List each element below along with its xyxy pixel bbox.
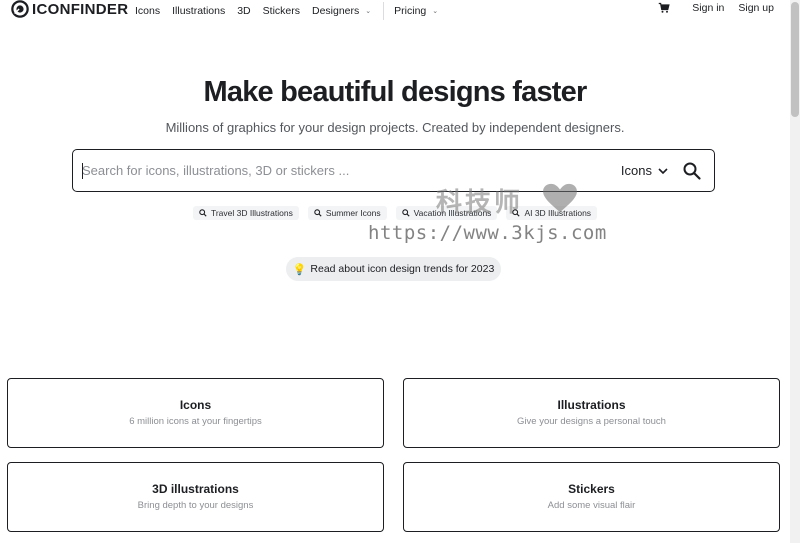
search-input[interactable] xyxy=(73,150,621,191)
nav-divider xyxy=(383,2,385,20)
search-suggestions: Travel 3D Illustrations Summer Icons Vac… xyxy=(0,206,790,220)
search-icon[interactable] xyxy=(682,161,702,181)
search-icon xyxy=(314,209,322,217)
nav-designers[interactable]: Designers ⌄ xyxy=(312,5,371,17)
chevron-down-icon: ⌄ xyxy=(365,8,372,15)
nav-illustrations[interactable]: Illustrations xyxy=(172,5,225,17)
search-bar: Icons xyxy=(72,149,715,192)
nav-designers-label: Designers xyxy=(312,5,360,17)
suggestion-label: Summer Icons xyxy=(325,208,381,218)
suggestion-label: Travel 3D Illustrations xyxy=(210,208,293,218)
logo-text: ICONFINDER xyxy=(32,0,129,18)
category-card-illustrations[interactable]: Illustrations Give your designs a person… xyxy=(403,378,780,448)
page-scrollbar[interactable] xyxy=(790,0,800,543)
nav-pricing-label: Pricing xyxy=(394,5,427,17)
suggestion-chip[interactable]: AI 3D Illustrations xyxy=(506,206,598,220)
card-title: Illustrations xyxy=(557,398,626,412)
card-title: 3D illustrations xyxy=(152,482,239,496)
hero-title-post: faster xyxy=(505,76,587,108)
hero-title-pre: Make xyxy=(203,76,281,108)
category-card-stickers[interactable]: Stickers Add some visual flair xyxy=(403,462,780,532)
nav-pricing[interactable]: Pricing ⌄ xyxy=(394,5,438,17)
nav-3d[interactable]: 3D xyxy=(237,5,250,17)
search-icon xyxy=(512,209,521,217)
suggestion-label: AI 3D Illustrations xyxy=(524,208,592,218)
hero-subtitle: Millions of graphics for your design pro… xyxy=(165,120,625,135)
suggestion-chip[interactable]: Travel 3D Illustrations xyxy=(192,206,299,220)
text-cursor xyxy=(82,163,83,179)
trend-article-link[interactable]: 💡 Read about icon design trends for 2023 xyxy=(286,257,501,281)
sign-in-link[interactable]: Sign in xyxy=(692,2,724,14)
main-nav: Icons Illustrations 3D Stickers Designer… xyxy=(135,2,450,20)
suggestion-chip[interactable]: Vacation Illustrations xyxy=(395,206,498,220)
sign-up-link[interactable]: Sign up xyxy=(738,2,774,14)
card-title: Stickers xyxy=(568,482,615,496)
chevron-down-icon xyxy=(658,167,668,174)
suggestion-chip[interactable]: Summer Icons xyxy=(307,206,387,220)
card-description: 6 million icons at your fingertips xyxy=(129,416,262,427)
watermark-url: https://www.3kjs.com xyxy=(368,222,607,244)
scrollbar-thumb[interactable] xyxy=(791,2,799,117)
card-description: Add some visual flair xyxy=(547,500,636,511)
hero-title-highlight: beautiful designs xyxy=(280,76,506,108)
search-type-dropdown[interactable]: Icons xyxy=(621,163,682,178)
suggestion-label: Vacation Illustrations xyxy=(413,208,492,218)
card-title: Icons xyxy=(179,398,212,412)
search-icon xyxy=(401,209,410,217)
top-nav: ICONFINDER Icons Illustrations 3D Sticke… xyxy=(0,0,790,20)
nav-icons[interactable]: Icons xyxy=(135,5,160,17)
logo[interactable]: ICONFINDER xyxy=(11,0,128,18)
card-description: Bring depth to your designs xyxy=(137,500,254,511)
search-type-label: Icons xyxy=(620,163,652,178)
card-description: Give your designs a personal touch xyxy=(517,416,666,427)
trend-article-label: Read about icon design trends for 2023 xyxy=(310,263,495,275)
cart-icon[interactable] xyxy=(658,2,670,14)
hero-title: Make beautiful designs faster xyxy=(0,76,790,109)
account-nav: Sign in Sign up xyxy=(658,2,774,14)
lightbulb-icon: 💡 xyxy=(292,263,307,276)
nav-stickers[interactable]: Stickers xyxy=(263,5,300,17)
chevron-down-icon: ⌄ xyxy=(432,8,439,15)
category-card-icons[interactable]: Icons 6 million icons at your fingertips xyxy=(7,378,384,448)
search-icon xyxy=(199,209,207,217)
logo-icon xyxy=(11,0,29,18)
category-card-3d[interactable]: 3D illustrations Bring depth to your des… xyxy=(7,462,384,532)
